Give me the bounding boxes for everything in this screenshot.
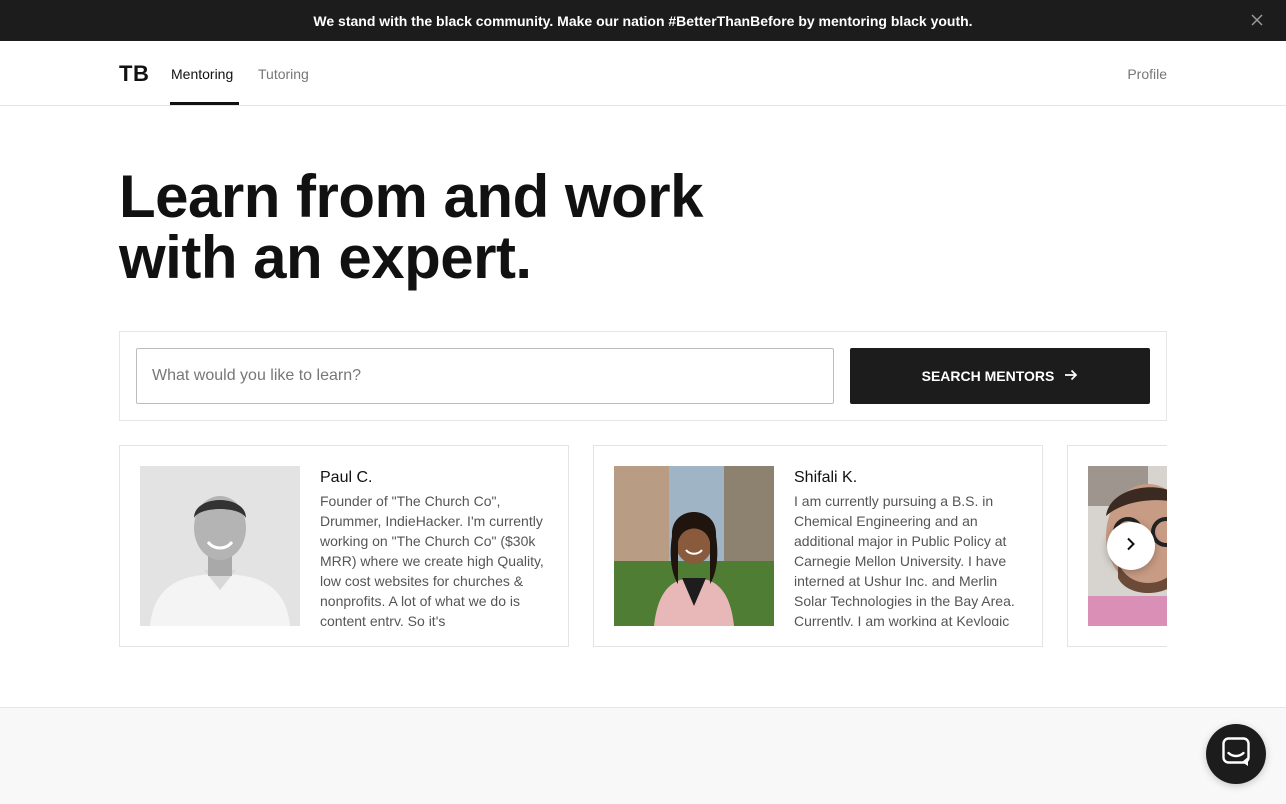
hero-headline: Learn from and work with an expert.	[119, 166, 703, 288]
search-button-label: SEARCH MENTORS	[921, 368, 1055, 384]
chat-icon	[1222, 736, 1250, 772]
footer-band	[0, 707, 1286, 804]
chevron-right-icon	[1125, 537, 1137, 556]
close-icon[interactable]	[1250, 13, 1264, 27]
hero-line-1: Learn from and work	[119, 163, 703, 230]
mentor-card[interactable]: Paul C. Founder of "The Church Co", Drum…	[119, 445, 569, 647]
mentor-name: Shifali K.	[794, 469, 858, 486]
mentor-photo	[614, 466, 774, 626]
mentor-bio: Founder of "The Church Co", Drummer, Ind…	[320, 493, 544, 626]
top-nav: TB Mentoring Tutoring Profile	[0, 41, 1286, 106]
search-mentors-button[interactable]: SEARCH MENTORS	[850, 348, 1150, 404]
mentor-name: Paul C.	[320, 469, 373, 486]
banner-text: We stand with the black community. Make …	[313, 12, 973, 29]
active-tab-indicator	[170, 102, 239, 105]
mentor-photo	[140, 466, 300, 626]
tab-mentoring[interactable]: Mentoring	[171, 66, 233, 82]
announcement-banner: We stand with the black community. Make …	[0, 0, 1286, 41]
hero-line-2: with an expert.	[119, 224, 532, 291]
arrow-right-icon	[1064, 368, 1078, 384]
chat-launcher-button[interactable]	[1206, 724, 1266, 784]
carousel-next-button[interactable]	[1107, 522, 1155, 570]
mentor-card[interactable]: Shifali K. I am currently pursuing a B.S…	[593, 445, 1043, 647]
mentor-carousel: Paul C. Founder of "The Church Co", Drum…	[119, 445, 1167, 647]
mentor-bio: I am currently pursuing a B.S. in Chemic…	[794, 493, 1015, 626]
tab-tutoring[interactable]: Tutoring	[258, 66, 309, 82]
search-input[interactable]	[136, 348, 834, 404]
search-panel: SEARCH MENTORS	[119, 331, 1167, 421]
logo[interactable]: TB	[119, 61, 149, 87]
profile-link[interactable]: Profile	[1127, 66, 1167, 82]
